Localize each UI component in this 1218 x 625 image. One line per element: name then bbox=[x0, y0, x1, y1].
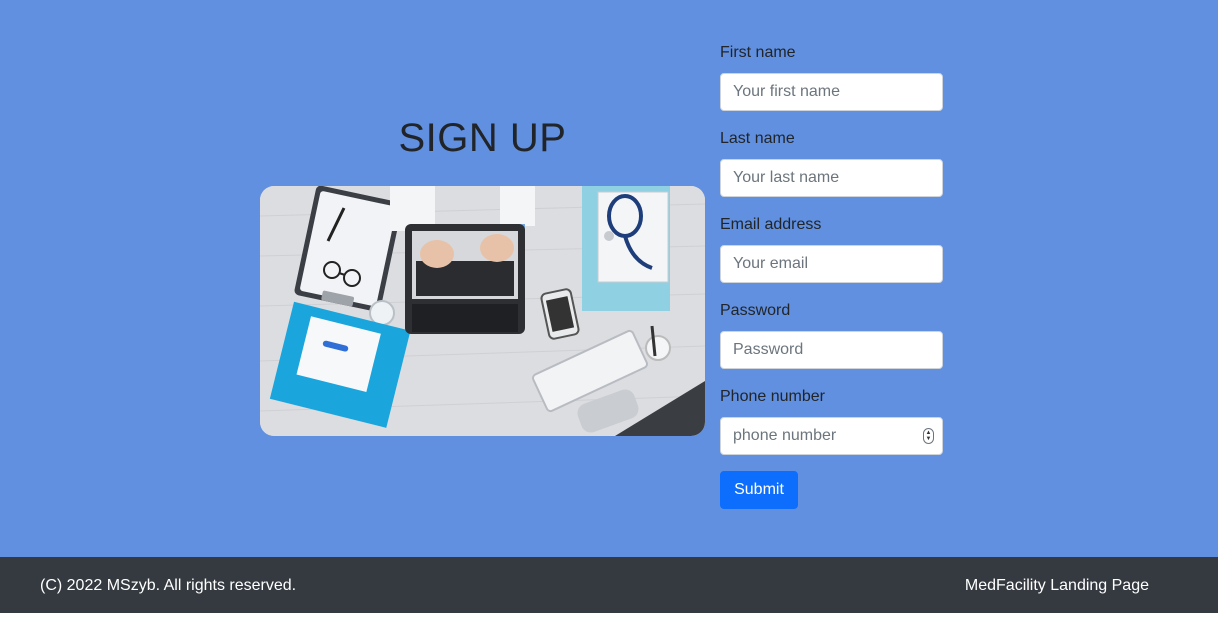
footer: (C) 2022 MSzyb. All rights reserved. Med… bbox=[0, 557, 1218, 613]
password-input[interactable] bbox=[720, 331, 943, 369]
first-name-label: First name bbox=[720, 44, 796, 61]
footer-copyright: (C) 2022 MSzyb. All rights reserved. bbox=[40, 577, 297, 594]
phone-input[interactable] bbox=[720, 417, 943, 455]
footer-brand: MedFacility Landing Page bbox=[964, 577, 1149, 594]
signup-section: SIGN UP First name Your first name Last … bbox=[0, 0, 1218, 557]
last-name-label: Last name bbox=[720, 130, 795, 147]
doctor-desk-image bbox=[260, 186, 705, 436]
number-spinner-icon[interactable]: ▲ ▼ bbox=[923, 428, 934, 444]
spinner-down-icon[interactable]: ▼ bbox=[926, 436, 932, 442]
email-input[interactable] bbox=[720, 245, 943, 283]
phone-label: Phone number bbox=[720, 388, 825, 405]
page-title: SIGN UP bbox=[398, 116, 567, 160]
email-label: Email address bbox=[720, 216, 822, 233]
first-name-input[interactable] bbox=[720, 73, 943, 111]
password-label: Password bbox=[720, 302, 791, 319]
submit-button[interactable]: Submit bbox=[720, 471, 798, 509]
last-name-input[interactable] bbox=[720, 159, 943, 197]
